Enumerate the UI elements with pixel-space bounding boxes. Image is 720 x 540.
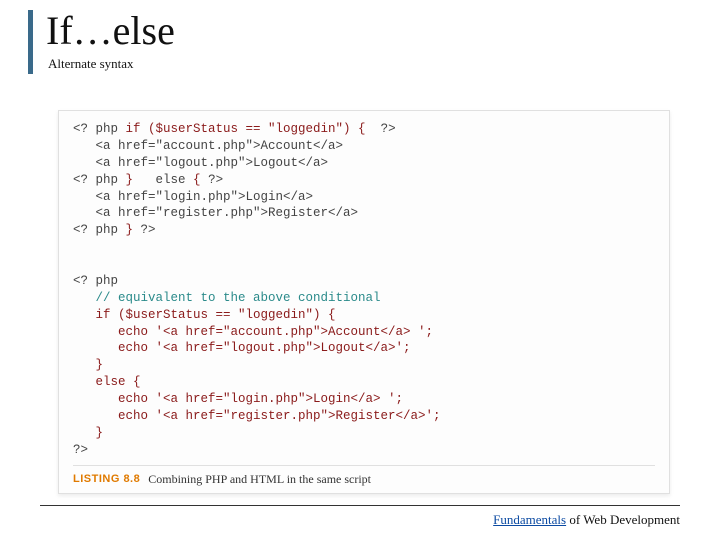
code-block: <? php if ($userStatus == "loggedin") { … [73,121,655,459]
code-line: echo '<a href="account.php">Account</a> … [73,325,433,339]
code-line: <a href="login.php">Login</a> [73,190,313,204]
code-line: else { [73,375,141,389]
code-comment: // equivalent to the above conditional [73,291,381,305]
footer-rule [40,505,680,506]
code-line: <? php if ($userStatus == "loggedin") { … [73,122,396,136]
code-line: ?> [73,443,88,457]
slide: If…else Alternate syntax <? php if ($use… [0,0,720,540]
code-line: <a href="register.php">Register</a> [73,206,358,220]
code-card: <? php if ($userStatus == "loggedin") { … [58,110,670,494]
footer-rest: of Web Development [566,512,680,527]
side-accent [28,10,33,74]
code-line: <? php } else { ?> [73,173,223,187]
code-line: if ($userStatus == "loggedin") { [73,308,336,322]
code-line: echo '<a href="login.php">Login</a> '; [73,392,403,406]
footer-link[interactable]: Fundamentals [493,512,566,527]
code-line: <? php [73,274,118,288]
code-line: } [73,426,103,440]
footer-text: Fundamentals of Web Development [493,512,680,528]
code-line: <? php } ?> [73,223,156,237]
page-title: If…else [46,10,680,52]
listing-caption: LISTING 8.8 Combining PHP and HTML in th… [73,465,655,487]
code-line: <a href="logout.php">Logout</a> [73,156,328,170]
code-line: } [73,358,103,372]
code-line: echo '<a href="logout.php">Logout</a>'; [73,341,411,355]
listing-tag: LISTING 8.8 [73,473,140,485]
page-subtitle: Alternate syntax [48,56,680,72]
code-line: <a href="account.php">Account</a> [73,139,343,153]
code-line: echo '<a href="register.php">Register</a… [73,409,441,423]
listing-text: Combining PHP and HTML in the same scrip… [148,472,371,487]
